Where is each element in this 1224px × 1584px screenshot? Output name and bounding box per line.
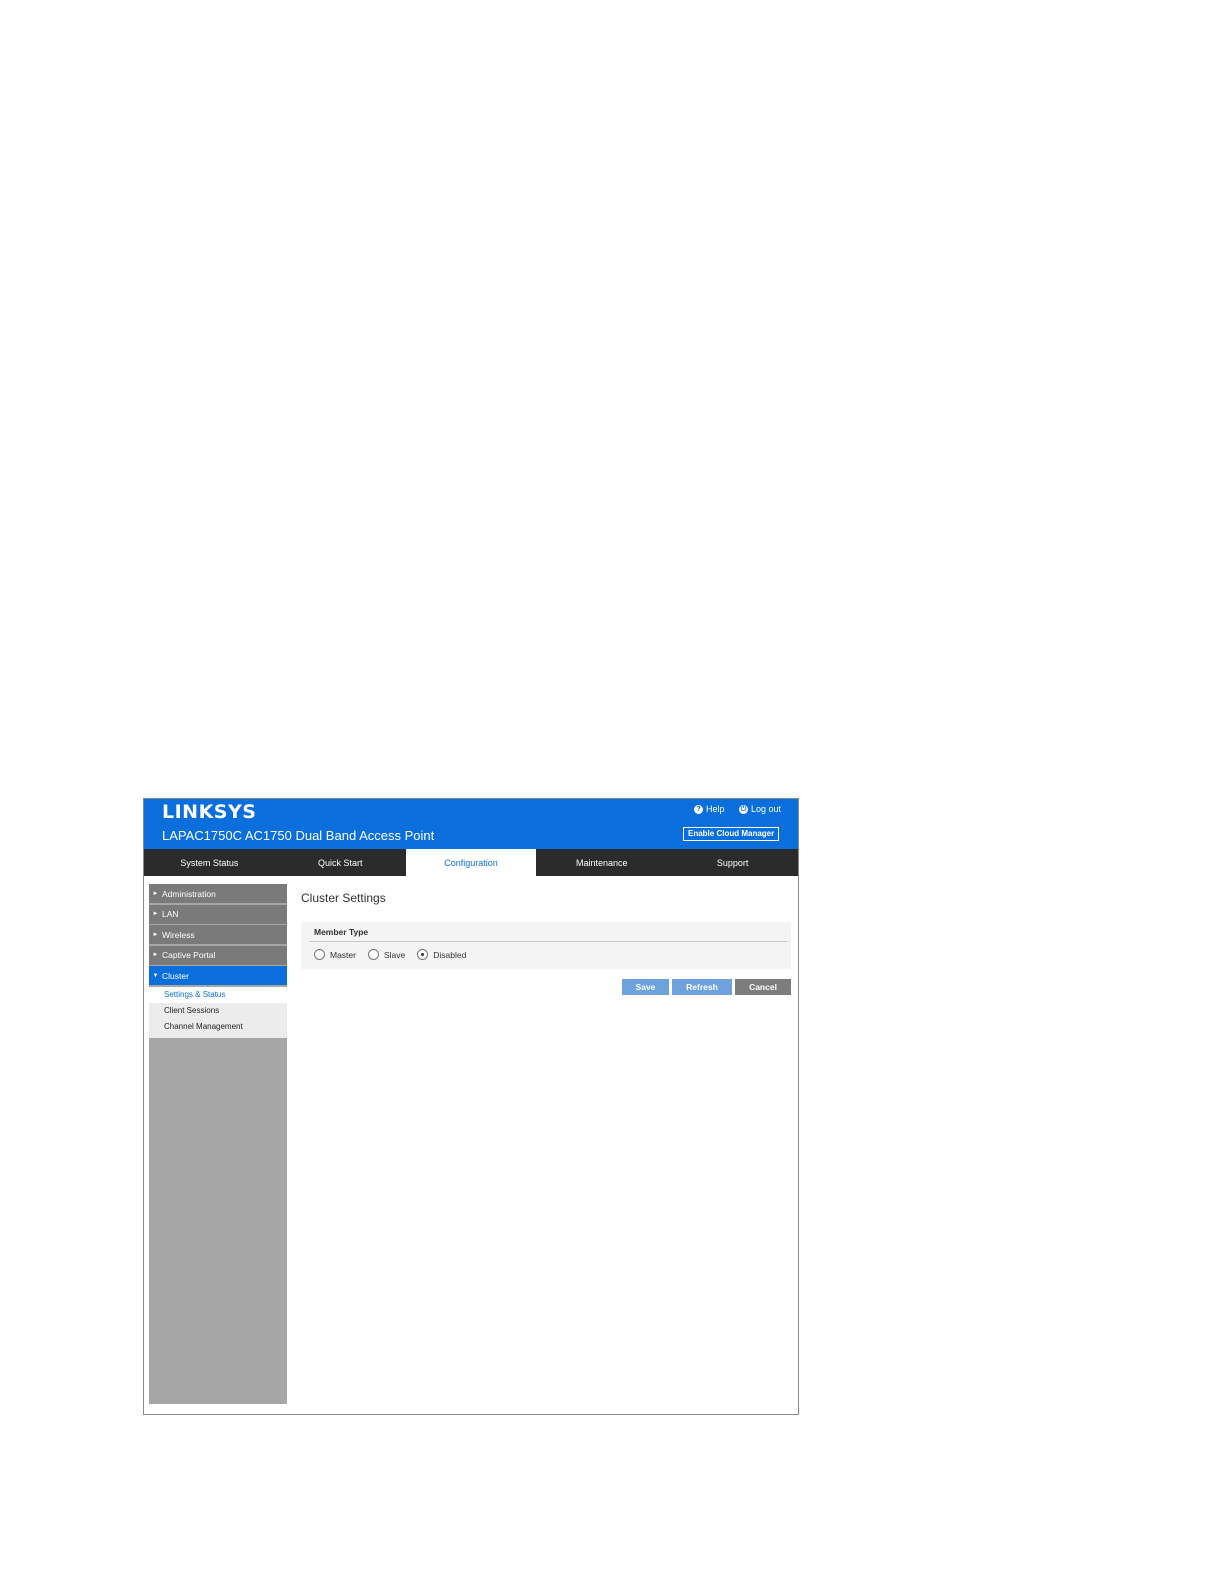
caret-right-icon: ►: [152, 952, 159, 958]
power-icon: ⏻: [739, 804, 748, 814]
member-type-panel: Member Type Master Slave Disabled: [301, 922, 791, 969]
caret-right-icon: ►: [152, 890, 159, 897]
header-bar: LINKSYS LAPAC1750C AC1750 Dual Band Acce…: [144, 799, 798, 849]
action-buttons: Save Refresh Cancel: [622, 979, 791, 995]
caret-down-icon: ▼: [152, 972, 159, 979]
tab-configuration[interactable]: Configuration: [405, 849, 537, 876]
radio-label-disabled: Disabled: [433, 949, 467, 960]
member-type-label: Member Type: [314, 927, 369, 937]
radio-label-slave: Slave: [383, 949, 406, 960]
logout-link[interactable]: ⏻ Log out: [739, 804, 781, 814]
app-window: LINKSYS LAPAC1750C AC1750 Dual Band Acce…: [143, 798, 799, 1415]
tab-system-status[interactable]: System Status: [144, 849, 275, 876]
tab-quick-start[interactable]: Quick Start: [275, 849, 406, 876]
sidebar-item-wireless[interactable]: ► Wireless: [149, 925, 287, 944]
product-title: LAPAC1750C AC1750 Dual Band Access Point: [162, 828, 435, 843]
sidebar-item-label: LAN: [162, 909, 179, 919]
sidebar-item-label: Captive Portal: [162, 950, 216, 960]
radio-option-disabled[interactable]: Disabled: [417, 949, 466, 960]
radio-slave[interactable]: [367, 949, 379, 960]
enable-cloud-manager-button[interactable]: Enable Cloud Manager: [683, 827, 780, 841]
member-type-radio-group: Master Slave Disabled: [314, 949, 478, 960]
sidebar-item-label: Cluster: [162, 970, 189, 981]
radio-disabled[interactable]: [417, 949, 429, 960]
sidebar-item-administration[interactable]: ► Administration: [149, 884, 287, 903]
cluster-submenu: Settings & Status Client Sessions Channe…: [149, 986, 287, 1038]
radio-option-slave[interactable]: Slave: [367, 949, 406, 960]
radio-option-master[interactable]: Master: [314, 949, 356, 960]
refresh-button[interactable]: Refresh: [672, 979, 732, 995]
page-title: Cluster Settings: [301, 891, 386, 905]
logout-label: Log out: [751, 804, 782, 814]
sidebar: ► Administration ► LAN ► Wireless ► Capt…: [149, 884, 287, 1404]
radio-selected-dot: [421, 953, 425, 956]
radio-label-master: Master: [330, 949, 356, 960]
question-circle-icon: ?: [694, 804, 703, 814]
help-link[interactable]: ? Help: [694, 804, 725, 814]
main-tab-bar: System Status Quick Start Configuration …: [144, 849, 798, 876]
linksys-logo: LINKSYS: [162, 801, 257, 823]
sidebar-item-cluster[interactable]: ▼ Cluster: [149, 966, 287, 985]
radio-master[interactable]: [314, 949, 325, 960]
cancel-button[interactable]: Cancel: [735, 979, 791, 995]
sidebar-item-lan[interactable]: ► LAN: [149, 904, 287, 924]
sidebar-item-captive-portal[interactable]: ► Captive Portal: [149, 945, 287, 965]
sidebar-item-label: Administration: [162, 888, 216, 899]
tab-support[interactable]: Support: [667, 849, 798, 876]
divider: [309, 941, 788, 942]
help-label: Help: [706, 804, 725, 814]
sidebar-subitem-channel-management[interactable]: Channel Management: [149, 1018, 287, 1035]
sidebar-item-label: Wireless: [162, 929, 195, 940]
save-button[interactable]: Save: [622, 979, 669, 995]
sidebar-subitem-settings-status[interactable]: Settings & Status: [149, 986, 287, 1003]
tab-maintenance[interactable]: Maintenance: [536, 849, 667, 876]
caret-right-icon: ►: [152, 911, 159, 917]
sidebar-subitem-client-sessions[interactable]: Client Sessions: [149, 1002, 287, 1019]
caret-right-icon: ►: [152, 931, 159, 938]
